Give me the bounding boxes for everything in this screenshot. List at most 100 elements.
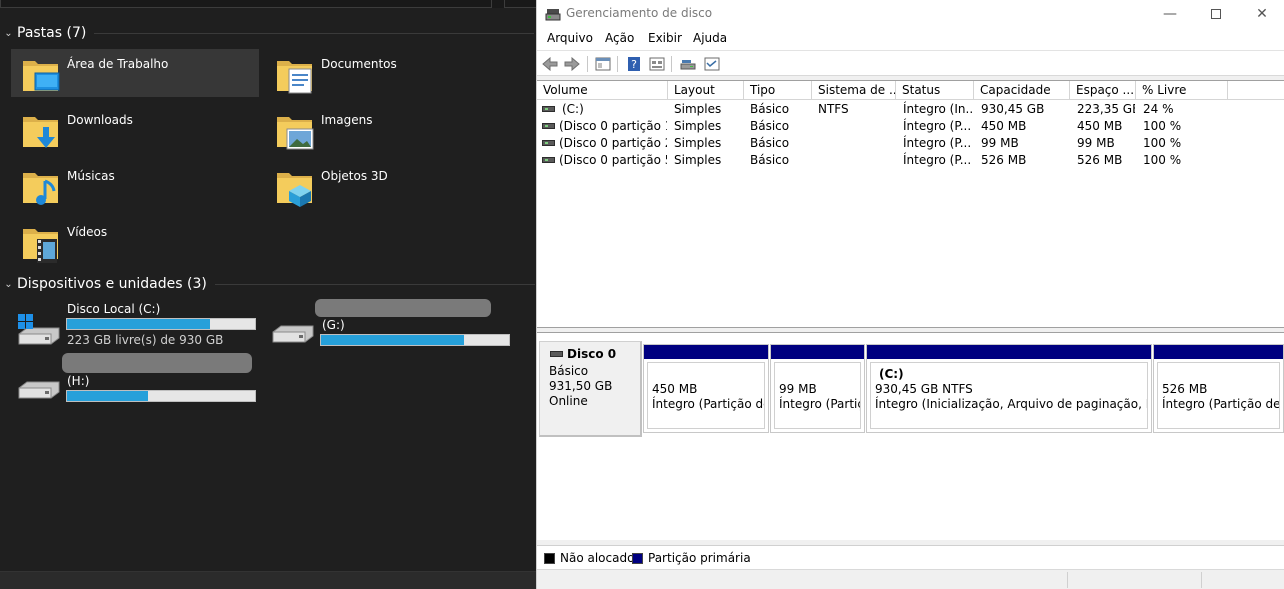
volume-icon — [542, 157, 555, 163]
volume-tipo: Básico — [750, 153, 790, 167]
disk-type: Básico — [549, 364, 589, 378]
menu-ajuda[interactable]: Ajuda — [693, 31, 727, 45]
drive-name: (G:) — [322, 318, 345, 332]
volume-layout: Simples — [674, 119, 722, 133]
volume-name: (Disco 0 partição 5) — [559, 153, 667, 167]
maximize-button[interactable] — [1193, 0, 1239, 28]
primary-partition-bar — [867, 345, 1151, 359]
volume-layout: Simples — [674, 102, 722, 116]
primary-partition-bar — [644, 345, 768, 359]
drives-section-header[interactable]: ⌄ Dispositivos e unidades (3) — [0, 274, 536, 294]
help-button[interactable]: ? — [624, 54, 644, 74]
menu-exibir[interactable]: Exibir — [648, 31, 682, 45]
menu-bar: Arquivo Ação Exibir Ajuda — [537, 28, 1284, 50]
folder-pictures[interactable]: Imagens — [265, 105, 513, 153]
legend-swatch-primary — [632, 553, 643, 564]
chevron-down-icon: ⌄ — [4, 278, 13, 290]
connect-button[interactable] — [678, 54, 698, 74]
back-button[interactable] — [540, 54, 560, 74]
column-header-espaco[interactable]: Espaço ... — [1070, 81, 1136, 100]
show-hide-console-tree-button[interactable] — [593, 54, 613, 74]
menu-arquivo[interactable]: Arquivo — [547, 31, 593, 45]
minimize-icon: — — [1163, 6, 1177, 22]
partition-efi[interactable]: 99 MB Íntegro (Partição de Sistema EFI) — [770, 344, 865, 433]
folders-section-header[interactable]: ⌄ Pastas (7) — [0, 23, 536, 43]
status-bar-divider — [1201, 572, 1202, 588]
partition-c[interactable]: (C:) 930,45 GB NTFS Íntegro (Inicializaç… — [866, 344, 1152, 433]
volume-layout: Simples — [674, 153, 722, 167]
column-header-tipo[interactable]: Tipo — [744, 81, 812, 100]
legend: Não alocado Partição primária — [537, 545, 1284, 569]
section-divider — [94, 32, 535, 34]
folder-name: Downloads — [67, 113, 133, 127]
drive-c[interactable]: Disco Local (C:) 223 GB livre(s) de 930 … — [0, 296, 260, 350]
minimize-button[interactable]: — — [1147, 0, 1193, 28]
partition-size: 99 MB — [779, 382, 817, 396]
menu-acao[interactable]: Ação — [605, 31, 634, 45]
folder-documents[interactable]: Documentos — [265, 49, 513, 97]
legend-label: Não alocado — [560, 551, 635, 565]
column-header-capacidade[interactable]: Capacidade — [974, 81, 1070, 100]
address-bar-area — [0, 0, 536, 8]
console-tree-icon — [595, 57, 611, 71]
volume-livre: 100 % — [1143, 153, 1182, 167]
volume-row[interactable]: (C:) Simples Básico NTFS Íntegro (In... … — [537, 101, 1284, 118]
hard-drive-icon — [272, 325, 314, 343]
partition-recovery-2[interactable]: 526 MB Íntegro (Partição de Recuperação) — [1153, 344, 1284, 433]
drives-section-title: Dispositivos e unidades (3) — [17, 276, 207, 292]
folder-desktop[interactable]: Área de Trabalho — [11, 49, 259, 97]
volume-name: (Disco 0 partição 1) — [559, 119, 667, 133]
folder-name: Área de Trabalho — [67, 57, 169, 71]
forward-button[interactable] — [562, 54, 582, 74]
downloads-folder-icon — [23, 117, 58, 148]
volume-livre: 100 % — [1143, 119, 1182, 133]
windows-drive-icon — [18, 314, 60, 345]
search-box[interactable] — [504, 0, 536, 8]
disk-icon — [550, 351, 563, 357]
properties-button[interactable] — [647, 54, 667, 74]
forward-arrow-icon — [564, 57, 580, 71]
legend-swatch-unallocated — [544, 553, 555, 564]
folder-name: Documentos — [321, 57, 397, 71]
svg-text:?: ? — [631, 58, 637, 71]
folder-downloads[interactable]: Downloads — [11, 105, 259, 153]
hard-drive-icon — [18, 381, 60, 399]
folder-3d-objects[interactable]: Objetos 3D — [265, 161, 513, 209]
column-header-volume[interactable]: Volume — [537, 81, 668, 100]
drive-h[interactable]: (H:) — [0, 352, 260, 406]
disk-state: Online — [549, 394, 588, 408]
close-button[interactable]: ✕ — [1239, 0, 1284, 28]
drive-g[interactable]: (G:) — [258, 296, 518, 350]
help-icon: ? — [628, 57, 640, 71]
partition-body: 450 MB Íntegro (Partição de Recuperação) — [647, 362, 765, 429]
legend-label: Partição primária — [648, 551, 751, 565]
column-header-layout[interactable]: Layout — [668, 81, 744, 100]
partition-status: Íntegro (Partição de Recuperação) — [1162, 397, 1280, 411]
folder-videos[interactable]: Vídeos — [11, 217, 259, 265]
folder-music[interactable]: Músicas — [11, 161, 259, 209]
column-header-sistema[interactable]: Sistema de ... — [812, 81, 896, 100]
volume-sistema — [818, 152, 894, 169]
view-button[interactable] — [702, 54, 722, 74]
volume-capacidade: 450 MB — [981, 119, 1027, 133]
column-header-status[interactable]: Status — [896, 81, 974, 100]
partition-recovery-1[interactable]: 450 MB Íntegro (Partição de Recuperação) — [643, 344, 769, 433]
window-title: Gerenciamento de disco — [566, 6, 713, 20]
explorer-status-bar — [0, 571, 536, 589]
folder-name: Objetos 3D — [321, 169, 388, 183]
title-bar[interactable]: Gerenciamento de disco — ✕ — [537, 0, 1284, 28]
volume-status: Íntegro (P... — [903, 136, 972, 150]
disk-0-label[interactable]: Disco 0 Básico 931,50 GB Online — [539, 341, 642, 437]
toolbar: ? — [537, 50, 1284, 76]
address-bar[interactable] — [0, 0, 492, 8]
volume-row[interactable]: (Disco 0 partição 2) Simples Básico Ínte… — [537, 135, 1284, 152]
drive-usage-fill — [321, 335, 464, 345]
volume-status: Íntegro (P... — [903, 153, 972, 167]
volume-row[interactable]: (Disco 0 partição 5) Simples Básico Ínte… — [537, 152, 1284, 169]
volume-icon — [542, 140, 555, 146]
drive-usage-fill — [67, 319, 210, 329]
volume-list: Volume Layout Tipo Sistema de ... Status… — [537, 80, 1284, 328]
column-header-livre[interactable]: % Livre — [1136, 81, 1228, 100]
toolbar-separator — [587, 56, 588, 72]
volume-row[interactable]: (Disco 0 partição 1) Simples Básico Ínte… — [537, 118, 1284, 135]
